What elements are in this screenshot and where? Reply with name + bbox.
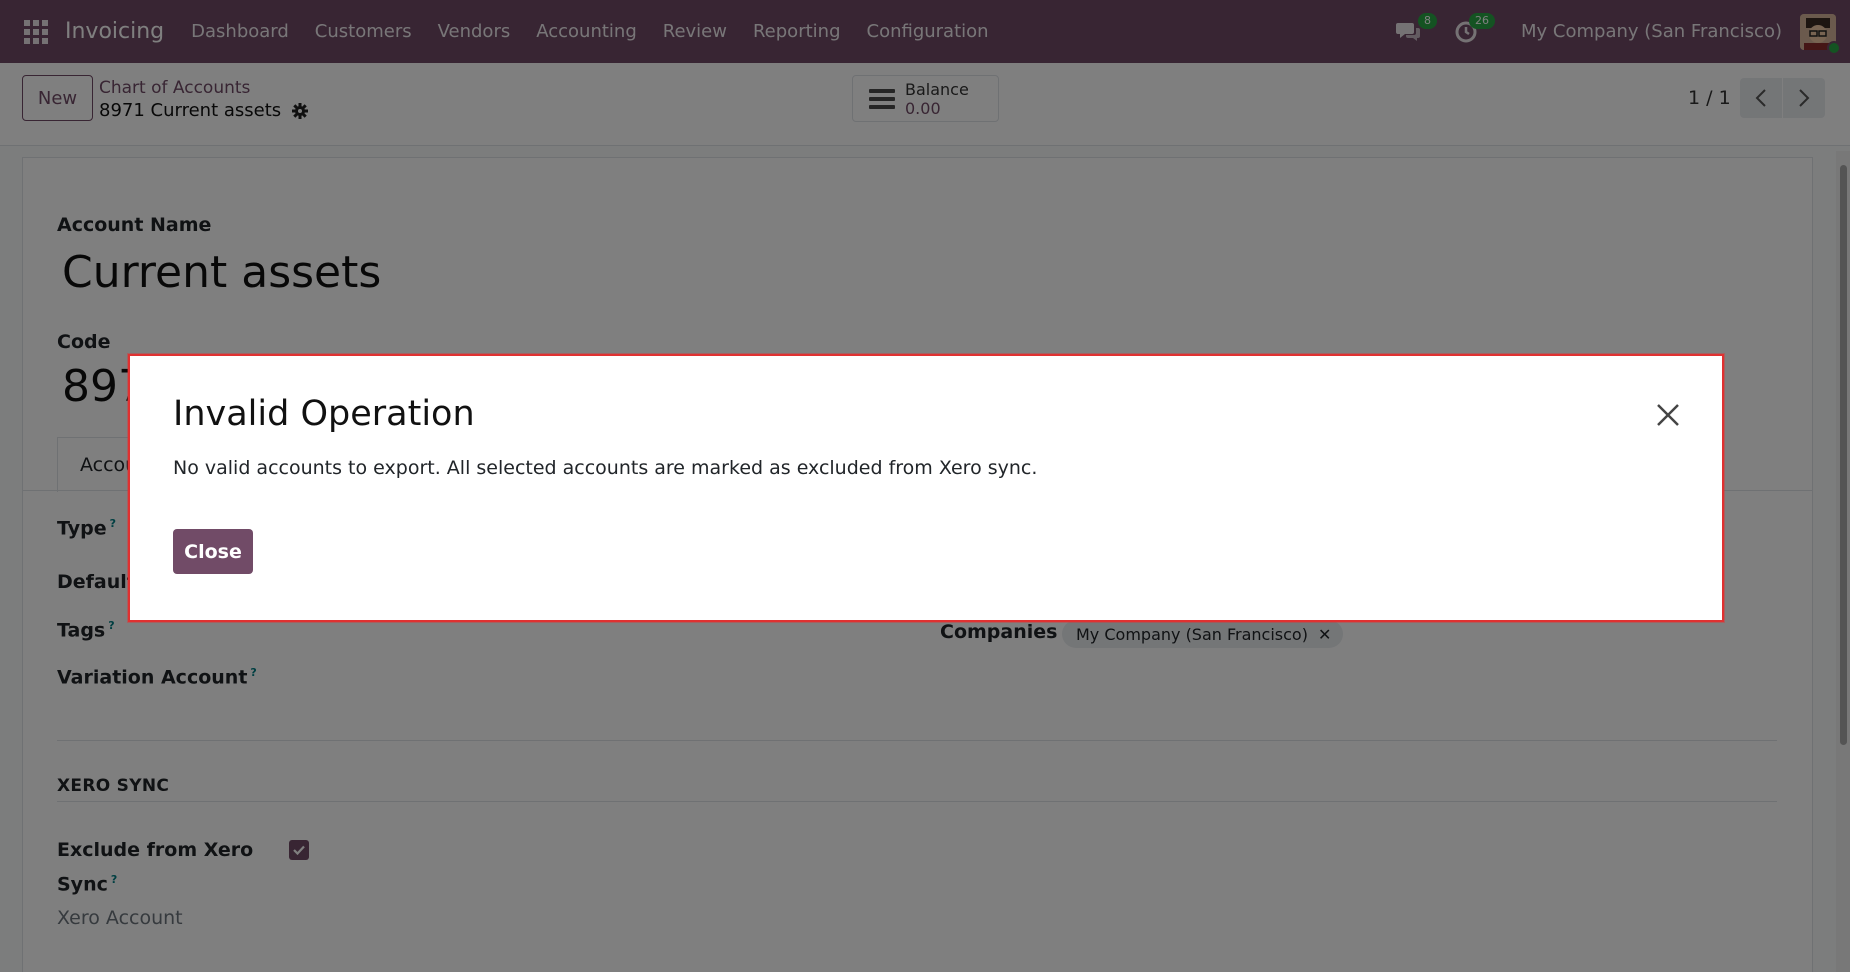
dialog-close-icon[interactable] [1654, 401, 1682, 429]
dialog-title: Invalid Operation [173, 394, 475, 434]
close-button[interactable]: Close [173, 529, 253, 574]
close-icon [1657, 404, 1679, 426]
dialog-message: No valid accounts to export. All selecte… [173, 457, 1038, 479]
invalid-operation-dialog: Invalid Operation No valid accounts to e… [128, 354, 1724, 622]
